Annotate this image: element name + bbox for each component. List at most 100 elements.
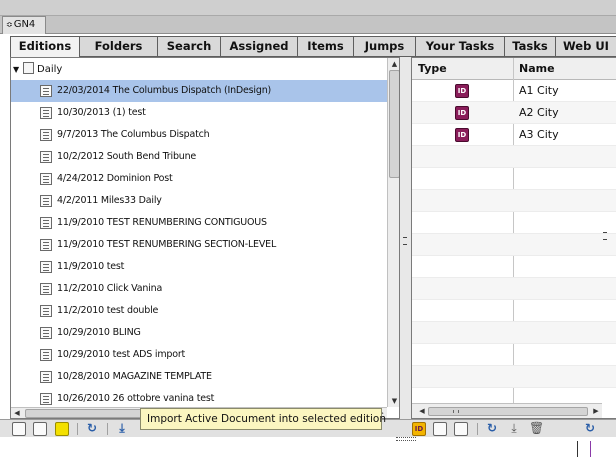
- edition-label: 10/28/2010 MAGAZINE TEMPLATE: [57, 371, 212, 382]
- tab-tasks[interactable]: Tasks: [505, 36, 556, 57]
- scroll-left-icon[interactable]: ◀: [11, 408, 23, 418]
- indesign-icon: ID: [455, 84, 469, 98]
- edition-icon: [40, 151, 52, 163]
- edition-icon: [40, 239, 52, 251]
- toolbar-divider: [477, 423, 478, 435]
- edition-label: 11/9/2010 TEST RENUMBERING CONTIGUOUS: [57, 217, 267, 228]
- pages-table-header: Type Name: [412, 58, 616, 80]
- tab-your-tasks[interactable]: Your Tasks: [416, 36, 505, 57]
- tree-root-label: Daily: [37, 64, 63, 75]
- refresh-pages-icon[interactable]: ↻: [485, 422, 499, 436]
- edition-label: 4/2/2011 Miles33 Daily: [57, 195, 162, 206]
- edition-item[interactable]: 4/2/2011 Miles33 Daily: [11, 190, 387, 212]
- edition-label: 11/9/2010 test: [57, 261, 125, 272]
- edition-item[interactable]: 10/29/2010 test ADS import: [11, 344, 387, 366]
- table-row-empty: [412, 322, 616, 344]
- table-row-empty: [412, 300, 616, 322]
- tab-items[interactable]: Items: [298, 36, 354, 57]
- table-horizontal-scrollbar[interactable]: ◀ ▶: [412, 403, 602, 418]
- sync-icon[interactable]: ↻: [583, 422, 597, 436]
- page-properties-icon[interactable]: [454, 422, 468, 436]
- edition-item[interactable]: 9/7/2013 The Columbus Dispatch: [11, 124, 387, 146]
- table-row-empty: [412, 168, 616, 190]
- pages-table-body: ID A1 City ID A2 City ID A3 City: [412, 80, 616, 388]
- table-row-empty: [412, 234, 616, 256]
- page-document-icon[interactable]: [433, 422, 447, 436]
- tab-jumps[interactable]: Jumps: [354, 36, 416, 57]
- new-edition-icon[interactable]: [12, 422, 26, 436]
- table-row-empty: [412, 278, 616, 300]
- table-row[interactable]: ID A2 City: [412, 102, 616, 124]
- edition-item[interactable]: 11/9/2010 TEST RENUMBERING SECTION-LEVEL: [11, 234, 387, 256]
- import-active-document-icon[interactable]: ⤓: [115, 422, 129, 436]
- scroll-right-icon[interactable]: ▶: [590, 405, 602, 417]
- edition-item[interactable]: 10/2/2012 South Bend Tribune: [11, 146, 387, 168]
- edition-label: 9/7/2013 The Columbus Dispatch: [57, 129, 210, 140]
- column-header-name[interactable]: Name: [519, 58, 555, 80]
- tree-scroll-thumb[interactable]: [389, 70, 399, 178]
- delete-page-icon[interactable]: 🗑: [529, 422, 544, 436]
- page-name: A2 City: [519, 106, 559, 119]
- edition-item[interactable]: 10/30/2013 (1) test: [11, 102, 387, 124]
- tab-folders[interactable]: Folders: [80, 36, 158, 57]
- table-hscroll-thumb[interactable]: [428, 407, 588, 416]
- thumb-grip-icon: [453, 410, 459, 413]
- right-edge-grip-icon[interactable]: [603, 232, 607, 240]
- table-row-empty: [412, 366, 616, 388]
- edition-label: 10/2/2012 South Bend Tribune: [57, 151, 197, 162]
- expand-icon[interactable]: ▼: [13, 61, 21, 79]
- table-row[interactable]: ID A3 City: [412, 124, 616, 146]
- panel-tab-gn4[interactable]: ≎GN4: [2, 16, 46, 34]
- edition-icon: [40, 393, 52, 405]
- edition-icon: [40, 349, 52, 361]
- pages-table-pane: Type Name ID A1 City ID A2 City ID A3 City …: [411, 57, 616, 419]
- tab-search[interactable]: Search: [158, 36, 221, 57]
- highlight-icon[interactable]: [55, 422, 69, 436]
- edition-icon: [40, 173, 52, 185]
- panel-tab-label: GN4: [13, 19, 36, 30]
- edition-icon: [40, 283, 52, 295]
- pane-splitter[interactable]: [400, 57, 411, 419]
- divider-line: [577, 441, 578, 457]
- page-order-icon[interactable]: [551, 422, 565, 436]
- indesign-icon: ID: [455, 128, 469, 142]
- table-row-empty: [412, 212, 616, 234]
- edition-label: 11/2/2010 test double: [57, 305, 159, 316]
- indesign-page-icon[interactable]: ID: [412, 422, 426, 436]
- editions-tree-pane: ▼ Daily 22/03/2014 The Columbus Dispatch …: [10, 57, 400, 419]
- panel-resize-grip-icon[interactable]: [396, 437, 416, 441]
- edition-icon: [40, 217, 52, 229]
- tab-web-ui[interactable]: Web UI: [556, 36, 616, 57]
- tab-assigned[interactable]: Assigned: [221, 36, 298, 57]
- tree-vertical-scrollbar[interactable]: ▲ ▼: [387, 58, 399, 407]
- tab-editions[interactable]: Editions: [10, 36, 80, 58]
- edition-item[interactable]: 11/2/2010 Click Vanina: [11, 278, 387, 300]
- edition-item[interactable]: 4/24/2012 Dominion Post: [11, 168, 387, 190]
- edition-item[interactable]: 11/9/2010 test: [11, 256, 387, 278]
- publication-icon: [23, 62, 34, 74]
- edition-item[interactable]: 22/03/2014 The Columbus Dispatch (InDesi…: [11, 80, 387, 102]
- splitter-grip-icon[interactable]: [403, 237, 407, 245]
- refresh-icon[interactable]: ↻: [85, 422, 99, 436]
- edition-properties-icon[interactable]: [33, 422, 47, 436]
- edition-item[interactable]: 11/9/2010 TEST RENUMBERING CONTIGUOUS: [11, 212, 387, 234]
- tree-root-daily[interactable]: ▼ Daily: [13, 61, 62, 79]
- edition-label: 10/29/2010 test ADS import: [57, 349, 186, 360]
- page-name: A1 City: [519, 84, 559, 97]
- table-row-empty: [412, 146, 616, 168]
- panel-header: [0, 16, 616, 34]
- edition-item[interactable]: 11/2/2010 test double: [11, 300, 387, 322]
- toolbar-divider: [77, 423, 78, 435]
- edition-item[interactable]: 10/28/2010 MAGAZINE TEMPLATE: [11, 366, 387, 388]
- scroll-up-icon[interactable]: ▲: [388, 58, 399, 70]
- scroll-left-icon[interactable]: ◀: [416, 405, 428, 417]
- main-tabs: Editions Folders Search Assigned Items J…: [10, 36, 616, 58]
- edition-label: 11/2/2010 Click Vanina: [57, 283, 163, 294]
- move-page-icon[interactable]: ⤓: [507, 422, 521, 436]
- edition-item[interactable]: 10/29/2010 BLING: [11, 322, 387, 344]
- column-header-type[interactable]: Type: [418, 58, 447, 80]
- scroll-down-icon[interactable]: ▼: [388, 395, 399, 407]
- table-row[interactable]: ID A1 City: [412, 80, 616, 102]
- toolbar-divider: [107, 423, 108, 435]
- edition-icon: [40, 305, 52, 317]
